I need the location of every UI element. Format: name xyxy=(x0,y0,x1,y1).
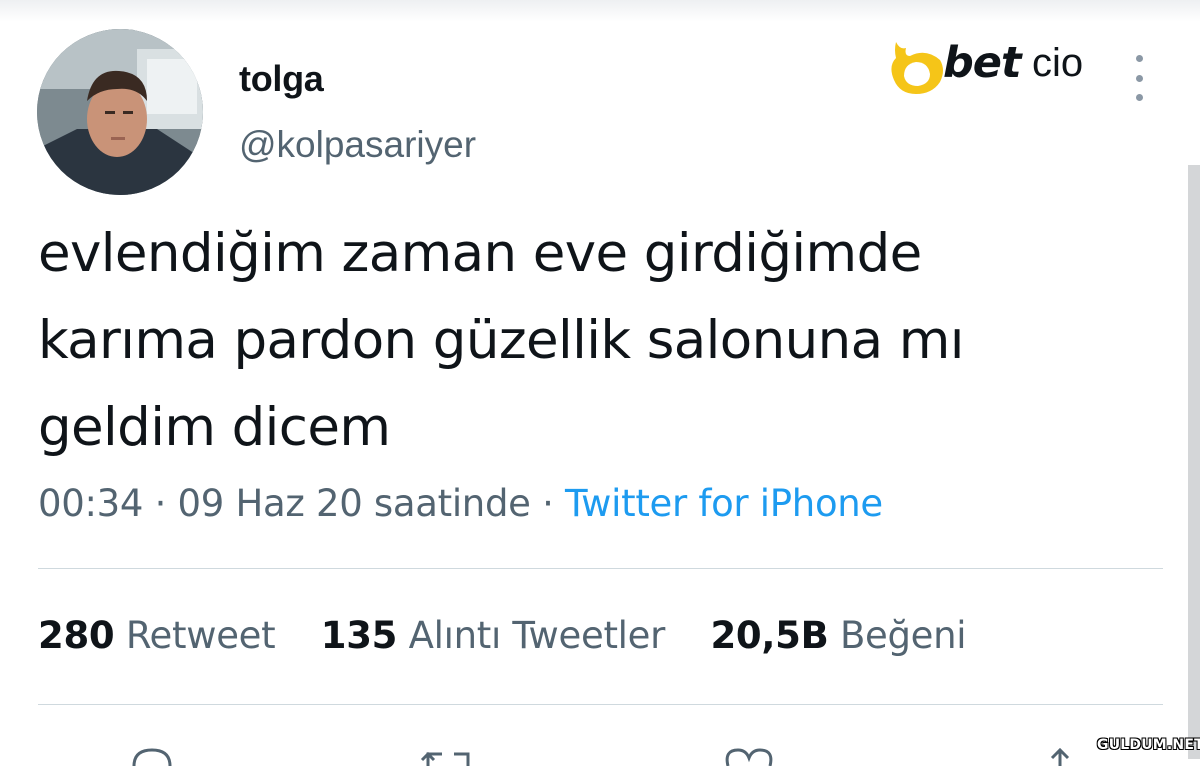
brand-name-part1: bet xyxy=(943,38,1021,88)
stat-count: 280 xyxy=(38,614,115,657)
share-icon[interactable] xyxy=(1040,746,1080,766)
divider xyxy=(38,568,1163,569)
stat-label: Alıntı Tweetler xyxy=(408,614,666,657)
stat-label: Beğeni xyxy=(839,614,967,657)
avatar[interactable] xyxy=(37,29,203,195)
meta-separator: · xyxy=(143,482,178,525)
scrollbar-track xyxy=(1188,165,1200,759)
tweet-source[interactable]: Twitter for iPhone xyxy=(565,482,883,525)
stat-likes[interactable]: 20,5B Beğeni xyxy=(710,614,966,657)
like-icon[interactable] xyxy=(722,746,776,766)
tweet-time[interactable]: 00:34 xyxy=(38,482,143,525)
brand-logo: bet cio xyxy=(886,36,1106,96)
flame-logo-icon xyxy=(891,42,943,94)
reply-icon[interactable] xyxy=(128,746,176,766)
brand-name-part2: cio xyxy=(1032,41,1084,85)
display-name[interactable]: tolga xyxy=(239,58,324,100)
user-handle[interactable]: @kolpasariyer xyxy=(239,124,476,166)
watermark: GULDUM.NET xyxy=(1097,737,1200,753)
stat-count: 20,5B xyxy=(710,614,829,657)
tweet-text: evlendiğim zaman eve girdiğimde karıma p… xyxy=(38,223,964,458)
divider xyxy=(38,704,1163,705)
meta-separator: · xyxy=(530,482,565,525)
top-edge xyxy=(0,0,1200,22)
stat-label: Retweet xyxy=(125,614,276,657)
stat-quote-tweets[interactable]: 135 Alıntı Tweetler xyxy=(320,614,666,657)
tweet-meta: 00:34 · 09 Haz 20 saatinde · Twitter for… xyxy=(38,482,883,525)
stat-retweets[interactable]: 280 Retweet xyxy=(38,614,276,657)
retweet-icon[interactable] xyxy=(420,746,476,766)
more-vertical-icon[interactable] xyxy=(1126,55,1152,101)
stat-count: 135 xyxy=(320,614,398,657)
tweet-date[interactable]: 09 Haz 20 saatinde xyxy=(178,482,531,525)
tweet-stats: 280 Retweet 135 Alıntı Tweetler 20,5B Be… xyxy=(38,614,1000,657)
